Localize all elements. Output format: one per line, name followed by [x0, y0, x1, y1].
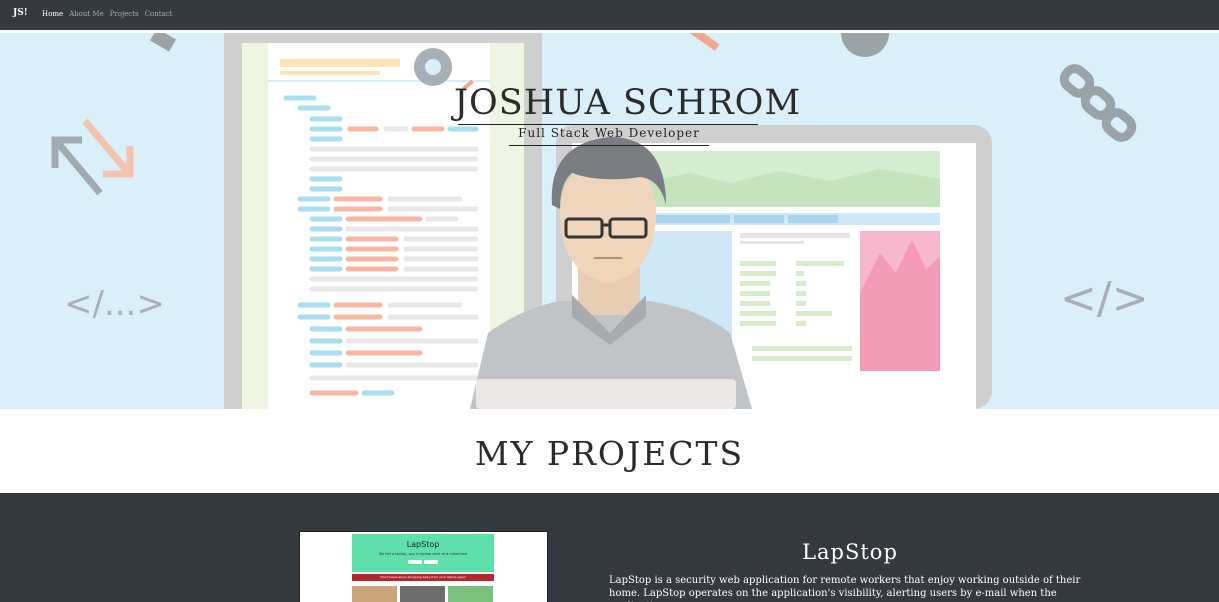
subtitle-underline: [509, 145, 709, 146]
hero-banner: </...> </> JOSHUA SCHROM Full Stack Web …: [0, 33, 1219, 409]
hero-subtitle: Full Stack Web Developer: [518, 126, 700, 140]
navbar: JS! Home About Me Projects Contact: [0, 0, 1219, 33]
tool-icon: [690, 33, 720, 51]
thumb-title: LapStop: [406, 540, 440, 549]
gear-icon: [414, 48, 452, 86]
wrench-icon: [149, 33, 177, 52]
title-underline: [458, 124, 758, 125]
code-tag-left-icon: </...>: [64, 284, 165, 324]
nav-link-home[interactable]: Home: [42, 10, 63, 18]
nav-links: Home About Me Projects Contact: [42, 10, 172, 18]
hero-title: JOSHUA SCHROM: [454, 83, 802, 123]
thumb-buttons: [408, 560, 438, 564]
thumb-subtitle: We left a laptop, spy in laptop alert at…: [378, 552, 468, 556]
project-card: LapStop We left a laptop, spy in laptop …: [0, 493, 1219, 602]
thumb-image: [352, 586, 397, 602]
thumb-image: [400, 586, 445, 602]
thumb-header: LapStop We left a laptop, spy in laptop …: [352, 534, 494, 572]
brand-logo[interactable]: JS!: [13, 8, 28, 18]
projects-heading: MY PROJECTS: [474, 434, 745, 473]
thumb-button: [408, 560, 422, 564]
project-description: LapStop is a security web application fo…: [609, 575, 1081, 602]
code-tag-right-icon: </>: [1060, 273, 1149, 324]
gear-top-icon: [841, 33, 889, 57]
project-title: LapStop: [802, 540, 898, 564]
project-thumbnail[interactable]: LapStop We left a laptop, spy in laptop …: [299, 531, 548, 602]
nav-link-contact[interactable]: Contact: [145, 10, 173, 18]
thumb-banner-text: Don't leave alone shopping away from you…: [380, 575, 466, 579]
thumb-image: [448, 586, 493, 602]
thumb-button: [424, 560, 438, 564]
chain-link-icon: [1059, 64, 1137, 142]
nav-link-about[interactable]: About Me: [69, 10, 104, 18]
arrows-icon: [51, 118, 134, 196]
nav-link-projects[interactable]: Projects: [110, 10, 139, 18]
thumb-banner: Don't leave alone shopping away from you…: [352, 574, 494, 581]
